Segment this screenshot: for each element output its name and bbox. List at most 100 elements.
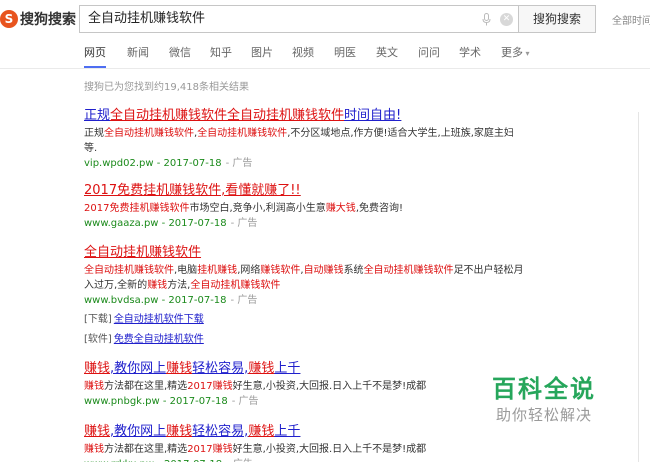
title-fragment: 赚钱 xyxy=(248,424,275,439)
snippet-fragment: 全自动挂机赚钱软件 xyxy=(84,265,174,276)
result-title-link[interactable]: 正规全自动挂机赚钱软件全自动挂机赚钱软件时间自由! xyxy=(84,108,524,124)
search-input[interactable] xyxy=(88,6,468,32)
snippet-fragment: 方法, xyxy=(167,280,191,291)
result-snippet: 全自动挂机赚钱软件,电脑挂机赚钱,网络赚钱软件,自动赚钱系统全自动挂机赚钱软件足… xyxy=(84,263,524,293)
watermark-title: 百科全说 xyxy=(492,375,596,403)
snippet-fragment: 挂机赚钱软件 xyxy=(129,203,190,214)
tab-label: 视频 xyxy=(292,46,314,59)
sitelink-row: [下载] 全自动挂机软件下载 xyxy=(84,312,524,328)
time-filter[interactable]: 全部时间 xyxy=(612,12,650,27)
sitelink-row: [软件] 免费全自动挂机软件 xyxy=(84,332,524,348)
tab-2[interactable]: 微信 xyxy=(169,44,191,60)
snippet-fragment: 挂机赚钱 xyxy=(197,265,238,276)
tab-label: 明医 xyxy=(334,46,356,59)
tab-label: 新闻 xyxy=(127,46,149,59)
snippet-fragment: 方法都在这里,精选 xyxy=(104,444,188,455)
clear-icon[interactable]: ✕ xyxy=(500,13,513,26)
result-snippet: 2017免费挂机赚钱软件市场空白,竞争小,利润高小生意赚大钱,免费咨询! xyxy=(84,201,524,216)
tab-5[interactable]: 视频 xyxy=(292,44,314,60)
title-fragment: 赚钱 xyxy=(84,361,111,376)
title-fragment: 赚钱 xyxy=(84,424,111,439)
sitelink[interactable]: 全自动挂机软件下载 xyxy=(114,314,204,325)
tab-label: 微信 xyxy=(169,46,191,59)
result-title-link[interactable]: 2017免费挂机赚钱软件,看懂就赚了!! xyxy=(84,183,524,199)
tab-label: 问问 xyxy=(418,46,440,59)
tab-8[interactable]: 问问 xyxy=(418,44,440,60)
search-result: 赚钱,教你网上赚钱轻松容易,赚钱上千 赚钱方法都在这里,精选2017赚钱好生意,小… xyxy=(84,361,524,409)
sitelink[interactable]: 免费全自动挂机软件 xyxy=(114,334,204,345)
title-fragment: 2017免费挂机赚钱软件,看懂就赚了!! xyxy=(84,183,301,198)
snippet-fragment: 全自动挂机赚钱软件 xyxy=(363,265,454,276)
scrollbar-track[interactable] xyxy=(638,112,639,462)
ad-label: - 广告 xyxy=(225,158,253,169)
result-title-link[interactable]: 赚钱,教你网上赚钱轻松容易,赚钱上千 xyxy=(84,361,524,377)
title-fragment: 全自动挂机赚钱软件 xyxy=(227,108,345,123)
result-snippet: 正规全自动挂机赚钱软件,全自动挂机赚钱软件,不分区域地点,作方便!适合大学生,上… xyxy=(84,126,524,156)
snippet-fragment: 赚钱软件 xyxy=(260,265,301,276)
title-fragment: 赚钱 xyxy=(166,424,193,439)
title-fragment: 轻松容易, xyxy=(192,361,249,376)
tab-6[interactable]: 明医 xyxy=(334,44,356,60)
snippet-fragment: 2017免费 xyxy=(84,203,130,214)
result-url-text: vip.wpd02.pw - 2017-07-18 xyxy=(84,158,222,169)
title-fragment: 正规 xyxy=(84,108,111,123)
result-url: www.rrkkx.pw - 2017-07-18- 广告 xyxy=(84,458,524,462)
snippet-fragment: 赚大钱 xyxy=(325,203,356,214)
snippet-fragment: 正规 xyxy=(84,128,104,139)
snippet-fragment: 全自动挂机赚钱软件 xyxy=(104,128,194,139)
title-fragment: 时间自由! xyxy=(344,108,402,123)
tab-label: 更多 xyxy=(501,46,523,59)
snippet-fragment: ,网络 xyxy=(237,265,261,276)
tab-7[interactable]: 英文 xyxy=(376,44,398,60)
tab-1[interactable]: 新闻 xyxy=(127,44,149,60)
search-header: S 搜狗搜索 ✕ 搜狗搜索 全部时间 xyxy=(0,0,650,40)
ad-label: - 广告 xyxy=(230,218,258,229)
result-url-text: www.bvdsa.pw - 2017-07-18 xyxy=(84,295,227,306)
sitelink-tag: [下载] xyxy=(84,314,112,325)
title-fragment: ,教你网上 xyxy=(110,361,167,376)
result-snippet: 赚钱方法都在这里,精选2017赚钱好生意,小投资,大回报.日入上千不是梦!成都 xyxy=(84,379,524,394)
title-fragment: 上千 xyxy=(274,424,301,439)
result-title-link[interactable]: 赚钱,教你网上赚钱轻松容易,赚钱上千 xyxy=(84,424,524,440)
result-count: 搜狗已为您找到约19,418条相关结果 xyxy=(84,82,249,93)
sitelink-tag: [软件] xyxy=(84,334,112,345)
microphone-icon[interactable] xyxy=(482,13,491,26)
search-result: 赚钱,教你网上赚钱轻松容易,赚钱上千 赚钱方法都在这里,精选2017赚钱好生意,小… xyxy=(84,424,524,462)
snippet-fragment: 系统 xyxy=(343,265,364,276)
snippet-fragment: ,电脑 xyxy=(174,265,198,276)
watermark-subtitle: 助你轻松解决 xyxy=(495,406,592,424)
result-title-link[interactable]: 全自动挂机赚钱软件 xyxy=(84,245,524,261)
header-divider xyxy=(0,68,650,69)
tab-label: 图片 xyxy=(251,46,273,59)
snippet-fragment: 市场空白,竞争小,利润高小生意 xyxy=(189,203,326,214)
result-url-text: www.gaaza.pw - 2017-07-18 xyxy=(84,218,227,229)
result-url: www.pnbgk.pw - 2017-07-18- 广告 xyxy=(84,395,524,409)
snippet-fragment: 全自动挂机赚钱软件 xyxy=(190,280,281,291)
sogou-logo[interactable]: S 搜狗搜索 xyxy=(0,8,76,30)
tab-3[interactable]: 知乎 xyxy=(210,44,232,60)
result-url-text: www.pnbgk.pw - 2017-07-18 xyxy=(84,396,228,407)
ad-label: - 广告 xyxy=(231,396,259,407)
snippet-fragment: 2017赚钱 xyxy=(187,381,233,392)
snippet-fragment: 自动赚钱 xyxy=(303,265,344,276)
search-button[interactable]: 搜狗搜索 xyxy=(518,5,596,33)
sogou-logo-icon: S xyxy=(0,10,18,28)
tab-10[interactable]: 更多 ▾ xyxy=(501,44,530,60)
tab-0[interactable]: 网页 xyxy=(84,44,106,68)
title-fragment: 赚钱 xyxy=(166,361,193,376)
title-fragment: 全自动挂机赚钱软件 xyxy=(84,245,202,260)
tab-4[interactable]: 图片 xyxy=(251,44,273,60)
snippet-fragment: 方法都在这里,精选 xyxy=(104,381,188,392)
result-url: vip.wpd02.pw - 2017-07-18- 广告 xyxy=(84,157,524,171)
search-result: 2017免费挂机赚钱软件,看懂就赚了!! 2017免费挂机赚钱软件市场空白,竞争小… xyxy=(84,183,524,231)
title-fragment: ,教你网上 xyxy=(110,424,167,439)
tab-label: 学术 xyxy=(459,46,481,59)
title-fragment: 全自动挂机赚钱软件 xyxy=(110,108,228,123)
tab-label: 网页 xyxy=(84,46,106,59)
tab-9[interactable]: 学术 xyxy=(459,44,481,60)
chevron-down-icon: ▾ xyxy=(523,49,530,58)
snippet-fragment: 好生意,小投资,大回报.日入上千不是梦!成都 xyxy=(232,444,427,455)
result-url: www.gaaza.pw - 2017-07-18- 广告 xyxy=(84,217,524,231)
ad-label: - 广告 xyxy=(230,295,258,306)
title-fragment: 轻松容易, xyxy=(192,424,249,439)
